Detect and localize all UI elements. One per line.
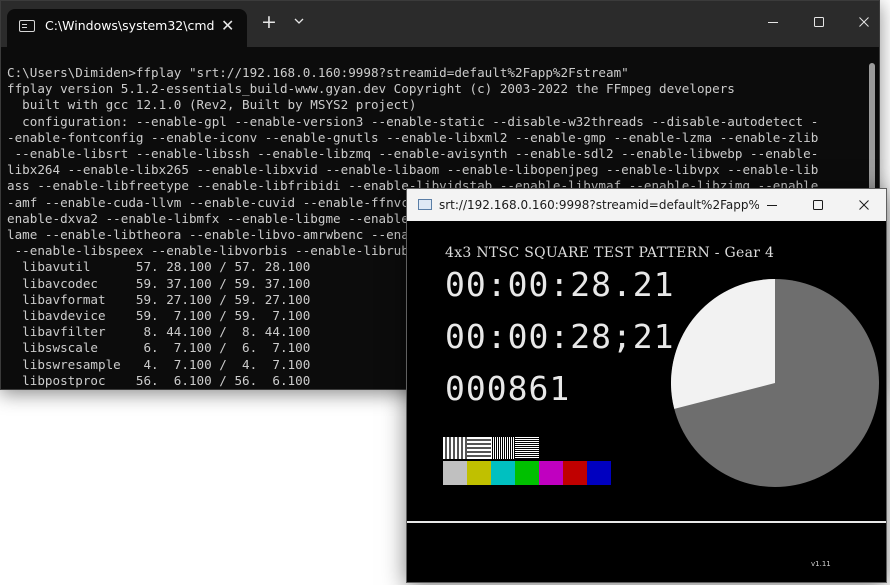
terminal-titlebar[interactable]: C:\Windows\system32\cmd ✕ + <box>1 1 879 47</box>
maximize-button[interactable] <box>804 11 834 33</box>
maximize-icon <box>813 200 823 210</box>
color-bar <box>539 461 563 485</box>
test-pattern-heading: 4x3 NTSC SQUARE TEST PATTERN - Gear 4 <box>445 245 775 261</box>
pattern-block-4 <box>515 437 539 459</box>
terminal-line: --enable-libsrt --enable-libssh --enable… <box>7 146 819 162</box>
frame-counter: 000861 <box>445 369 571 408</box>
color-bar <box>515 461 539 485</box>
color-bar <box>443 461 467 485</box>
pattern-version: v1.11 <box>811 560 831 568</box>
close-icon <box>859 200 869 210</box>
minimize-button[interactable] <box>758 11 788 33</box>
pattern-block-2 <box>467 437 491 459</box>
chevron-down-icon[interactable] <box>292 14 306 28</box>
terminal-line: ffplay version 5.1.2-essentials_build-ww… <box>7 81 735 97</box>
tab-cmd[interactable]: C:\Windows\system32\cmd ✕ <box>7 9 247 47</box>
terminal-line: built with gcc 12.1.0 (Rev2, Built by MS… <box>7 97 417 113</box>
terminal-line: libx264 --enable-libx265 --enable-libxvi… <box>7 162 819 178</box>
tab-title: C:\Windows\system32\cmd <box>45 18 215 33</box>
minimize-icon <box>768 22 778 23</box>
ffplay-close-button[interactable] <box>851 195 877 215</box>
color-bar <box>467 461 491 485</box>
ffplay-titlebar[interactable]: srt://192.168.0.160:9998?streamid=defaul… <box>407 189 886 221</box>
close-tab-icon[interactable]: ✕ <box>221 16 234 35</box>
pattern-block-1 <box>443 437 467 459</box>
new-tab-button[interactable]: + <box>261 12 277 32</box>
pattern-block-3 <box>491 437 515 459</box>
app-icon <box>418 199 432 210</box>
color-bar <box>587 461 611 485</box>
close-icon <box>859 17 869 27</box>
color-bar <box>563 461 587 485</box>
color-bar <box>491 461 515 485</box>
terminal-icon <box>19 20 35 32</box>
terminal-line: -enable-fontconfig --enable-iconv --enab… <box>7 129 819 145</box>
ffplay-minimize-button[interactable] <box>759 195 785 215</box>
close-button[interactable] <box>849 11 879 33</box>
ffplay-title: srt://192.168.0.160:9998?streamid=defaul… <box>439 198 759 212</box>
video-frame[interactable]: 4x3 NTSC SQUARE TEST PATTERN - Gear 4 00… <box>407 221 886 582</box>
terminal-line: configuration: --enable-gpl --enable-ver… <box>7 113 819 129</box>
pie-indicator <box>671 279 879 487</box>
terminal-line: C:\Users\Dimiden>ffplay "srt://192.168.0… <box>7 65 629 80</box>
ffplay-window[interactable]: srt://192.168.0.160:9998?streamid=defaul… <box>406 188 887 583</box>
ffplay-maximize-button[interactable] <box>805 195 831 215</box>
minimize-icon <box>767 205 777 206</box>
timecode-dot: 00:00:28.21 <box>445 265 675 304</box>
maximize-icon <box>814 17 824 27</box>
timecode-dropframe: 00:00:28;21 <box>445 317 675 356</box>
divider-line <box>407 521 886 523</box>
